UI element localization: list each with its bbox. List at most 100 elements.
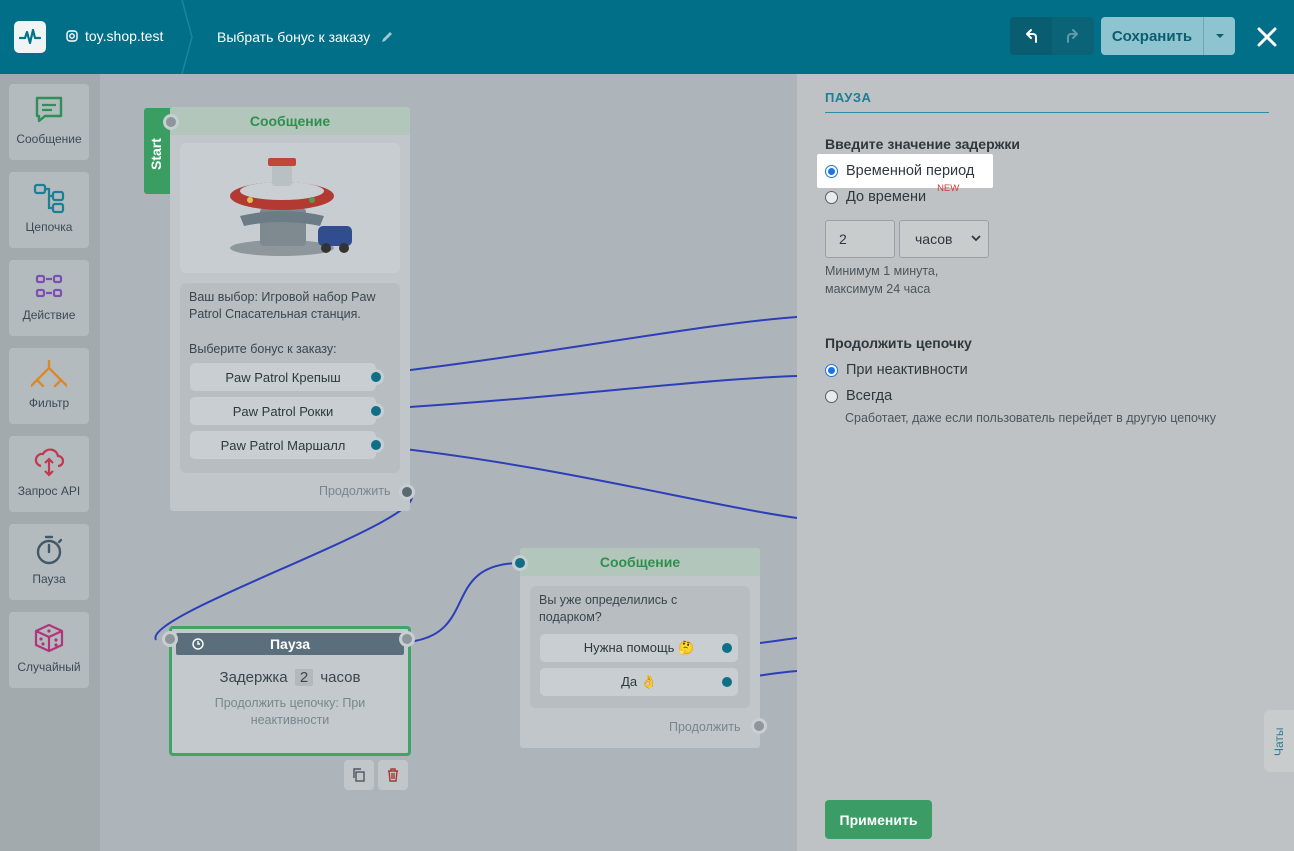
delete-node-button[interactable] bbox=[378, 760, 408, 790]
save-button[interactable]: Сохранить bbox=[1101, 17, 1203, 55]
edit-pencil-icon[interactable] bbox=[380, 30, 394, 44]
save-options-button[interactable] bbox=[1203, 17, 1235, 55]
tool-action-label: Действие bbox=[22, 308, 76, 322]
tool-api-label: Запрос API bbox=[17, 484, 81, 498]
continue-label: Продолжить bbox=[319, 484, 391, 498]
tool-message-label: Сообщение bbox=[16, 132, 82, 146]
option-always-label: Всегда bbox=[846, 388, 893, 404]
tool-filter-label: Фильтр bbox=[28, 396, 70, 410]
message-2-text: Вы уже определились с подарком? bbox=[539, 593, 678, 624]
choice-button-2[interactable]: Paw Patrol Рокки bbox=[190, 397, 376, 425]
always-hint: Сработает, даже если пользователь перейд… bbox=[845, 411, 1217, 425]
delay-prefix: Задержка bbox=[219, 669, 288, 686]
settings-panel: ПАУЗА Введите значение задержки Временно… bbox=[797, 74, 1294, 851]
radio-inactive[interactable] bbox=[825, 363, 838, 377]
message-text-2: Выберите бонус к заказу: bbox=[189, 342, 337, 356]
wire-continue-to-pause bbox=[154, 491, 413, 641]
wire-button1 bbox=[376, 316, 797, 375]
close-icon[interactable] bbox=[1254, 24, 1280, 50]
delay-hint-line-2: максимум 24 часа bbox=[825, 282, 931, 296]
tool-chain[interactable]: Цепочка bbox=[9, 172, 89, 248]
choice-yes-button[interactable]: Да 👌 bbox=[540, 668, 738, 696]
tool-filter[interactable]: Фильтр bbox=[9, 348, 89, 424]
pause-output-port[interactable] bbox=[399, 631, 415, 647]
tool-api-request[interactable]: Запрос API bbox=[9, 436, 89, 512]
choice-button-1[interactable]: Paw Patrol Крепыш bbox=[190, 363, 376, 391]
option-until-time[interactable]: До времени NEW bbox=[825, 183, 959, 205]
delay-unit-value: часов bbox=[915, 231, 953, 247]
choice-3-port[interactable] bbox=[368, 437, 384, 453]
wire-pause-to-message bbox=[407, 562, 521, 643]
pause-input-port[interactable] bbox=[162, 631, 178, 647]
undo-icon bbox=[1026, 29, 1037, 43]
delay-value-input[interactable]: 2 bbox=[825, 220, 895, 258]
continue-heading: Продолжить цепочку bbox=[825, 335, 972, 351]
choice-help-port[interactable] bbox=[719, 640, 735, 656]
pause-node[interactable]: Пауза Задержка 2 часов Продолжить цепочк… bbox=[162, 626, 415, 756]
delay-hint-line-1: Минимум 1 минута, bbox=[825, 264, 939, 278]
chain-icon bbox=[33, 183, 65, 214]
save-controls: Сохранить bbox=[1101, 17, 1235, 55]
api-request-icon bbox=[34, 448, 65, 477]
radio-always[interactable] bbox=[825, 389, 838, 403]
chats-tab-label: Чаты bbox=[1272, 727, 1286, 756]
node-2-input-port[interactable] bbox=[512, 555, 528, 571]
duplicate-node-button[interactable] bbox=[344, 760, 374, 790]
panel-title: ПАУЗА bbox=[825, 90, 872, 105]
timer-icon bbox=[36, 535, 63, 565]
account-name: toy.shop.test bbox=[85, 28, 164, 44]
input-port[interactable] bbox=[163, 114, 179, 130]
option-inactive[interactable]: При неактивности bbox=[825, 362, 968, 378]
chats-tab[interactable]: Чаты bbox=[1264, 710, 1294, 772]
tool-random[interactable]: Случайный bbox=[9, 612, 89, 688]
delay-heading: Введите значение задержки bbox=[825, 136, 1020, 152]
tool-message[interactable]: Сообщение bbox=[9, 84, 89, 160]
breadcrumb-separator bbox=[181, 0, 193, 74]
choice-help-button[interactable]: Нужна помощь 🤔 bbox=[540, 634, 738, 662]
delay-value: 2 bbox=[294, 669, 314, 686]
choice-button-3[interactable]: Paw Patrol Маршалл bbox=[190, 431, 376, 459]
tool-action[interactable]: Действие bbox=[9, 260, 89, 336]
flow-title[interactable]: Выбрать бонус к заказу bbox=[217, 29, 394, 45]
radio-time-period[interactable] bbox=[825, 164, 838, 178]
delay-hint: Минимум 1 минута, максимум 24 часа bbox=[825, 262, 938, 298]
option-time-period[interactable]: Временной период bbox=[825, 163, 974, 179]
choice-2-port[interactable] bbox=[368, 403, 384, 419]
apply-button[interactable]: Применить bbox=[825, 800, 932, 839]
message-node-1[interactable]: Сообщение Ваш выбор: Игровой набор Paw P… bbox=[163, 107, 415, 511]
option-time-period-label: Временной период bbox=[846, 163, 975, 179]
undo-button[interactable] bbox=[1010, 17, 1052, 55]
top-bar: toy.shop.test Выбрать бонус к заказу Сох… bbox=[0, 0, 1294, 74]
start-label: Start bbox=[148, 138, 164, 170]
pause-node-header: Пауза bbox=[176, 633, 404, 655]
redo-button[interactable] bbox=[1052, 17, 1094, 55]
chevron-down-icon bbox=[971, 235, 981, 242]
flow-title-text: Выбрать бонус к заказу bbox=[217, 29, 371, 45]
logo-icon[interactable] bbox=[14, 21, 46, 53]
radio-until-time[interactable] bbox=[825, 190, 838, 204]
caret-down-icon bbox=[1215, 34, 1224, 38]
node-2-continue-label: Продолжить bbox=[669, 720, 741, 734]
tool-sidebar: Сообщение Цепочка Действие Фильтр Запрос… bbox=[0, 74, 100, 851]
panel-divider bbox=[825, 112, 1269, 113]
choice-1-port[interactable] bbox=[368, 369, 384, 385]
wire-button2 bbox=[376, 375, 797, 410]
tool-pause[interactable]: Пауза bbox=[9, 524, 89, 600]
node-2-title: Сообщение bbox=[520, 548, 760, 576]
message-node-2[interactable]: Сообщение Вы уже определились с подарком… bbox=[512, 548, 767, 748]
copy-icon bbox=[353, 768, 365, 782]
flow-canvas[interactable]: Start Сообщение Ваш выбор: Игровой набор… bbox=[100, 74, 797, 851]
clock-icon bbox=[192, 638, 204, 650]
option-always[interactable]: Всегда bbox=[825, 388, 892, 404]
continue-port[interactable] bbox=[399, 484, 415, 500]
delay-unit-select[interactable]: часов bbox=[899, 220, 989, 258]
history-controls bbox=[1010, 17, 1094, 55]
choice-yes-port[interactable] bbox=[719, 674, 735, 690]
tool-pause-label: Пауза bbox=[32, 572, 66, 586]
trash-icon bbox=[388, 768, 398, 782]
node-2-continue-port[interactable] bbox=[751, 718, 767, 734]
message-text-1: Ваш выбор: Игровой набор Paw Patrol Спас… bbox=[189, 290, 376, 321]
tool-random-label: Случайный bbox=[17, 660, 81, 674]
filter-icon bbox=[31, 359, 67, 388]
account-selector[interactable]: toy.shop.test bbox=[66, 28, 163, 44]
